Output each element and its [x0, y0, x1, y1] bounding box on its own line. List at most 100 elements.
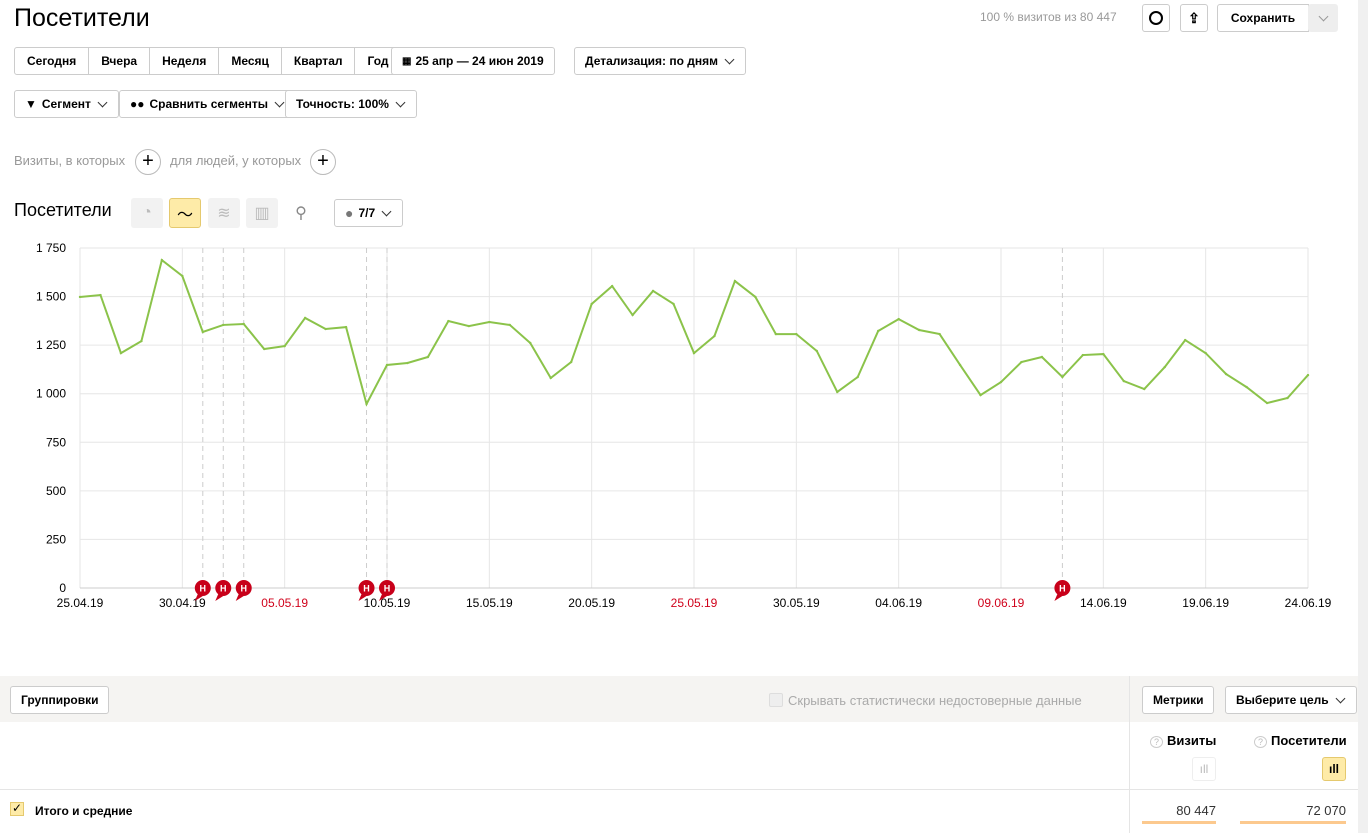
area-chart-icon: ≋ — [217, 205, 231, 222]
notes-dropdown[interactable]: ● 7/7 — [334, 199, 404, 227]
data-point — [979, 393, 982, 397]
x-tick-label: 25.05.19 — [671, 596, 718, 610]
data-point — [283, 344, 286, 348]
data-point — [610, 284, 614, 288]
chevron-down-icon — [381, 206, 392, 216]
data-point — [1081, 353, 1085, 357]
data-point — [78, 295, 82, 299]
period-quarter[interactable]: Квартал — [282, 48, 356, 74]
chevron-down-icon — [97, 97, 108, 107]
hide-unreliable-label: Скрывать статистически недостоверные дан… — [788, 693, 1082, 708]
groupings-label: Группировки — [21, 693, 99, 707]
chevron-down-icon — [724, 54, 735, 64]
view-line-button[interactable]: 〜 — [169, 198, 201, 228]
calendar-icon: ▦ — [402, 55, 412, 67]
line-chart-icon: 〜 — [176, 207, 193, 224]
period-today[interactable]: Сегодня — [15, 48, 90, 74]
sample-info: 100 % визитов из 80 447 — [980, 10, 1117, 24]
notes-count: 7/7 — [358, 206, 376, 220]
view-pie-button[interactable]: ◔ — [131, 198, 163, 228]
period-yesterday[interactable]: Вчера — [89, 48, 151, 74]
data-point — [426, 355, 430, 359]
page-title: Посетители — [14, 4, 150, 32]
scrollbar[interactable] — [1358, 0, 1368, 833]
history-button[interactable] — [1142, 4, 1170, 32]
data-point — [529, 341, 532, 345]
data-point — [1224, 372, 1228, 376]
groupings-button[interactable]: Группировки — [10, 686, 110, 714]
chart-title: Посетители — [14, 200, 112, 220]
data-point — [1102, 352, 1105, 356]
column-divider — [1129, 676, 1130, 833]
chart-toggle-visits[interactable]: ıll — [1192, 757, 1216, 781]
goal-dropdown[interactable]: Выберите цель — [1225, 686, 1357, 714]
column-label: Визиты — [1167, 733, 1217, 748]
data-point — [877, 329, 880, 333]
visits-condition-label: Визиты, в которых — [14, 153, 126, 168]
data-point — [488, 320, 491, 324]
column-header-visits[interactable]: ? Визиты — [1150, 733, 1216, 748]
view-area-button[interactable]: ≋ — [208, 198, 240, 228]
compare-label: Сравнить сегменты — [149, 97, 269, 111]
map-pin-icon: ⚲ — [295, 205, 307, 222]
x-tick-label: 24.06.19 — [1285, 596, 1332, 610]
chevron-down-icon — [1335, 693, 1346, 703]
period-week[interactable]: Неделя — [150, 48, 220, 74]
export-button[interactable]: ⇪ — [1180, 4, 1208, 32]
data-point — [897, 317, 900, 321]
accuracy-label: Точность: 100% — [296, 97, 389, 111]
view-bar-button[interactable]: ▥ — [246, 198, 278, 228]
data-point — [1184, 338, 1187, 342]
chart-toggle-visitors[interactable]: ıll — [1322, 757, 1346, 781]
data-point — [1306, 373, 1310, 377]
data-point — [1245, 385, 1248, 389]
x-tick-label: 04.06.19 — [875, 596, 922, 610]
totals-checkbox[interactable]: ✓ — [10, 802, 24, 816]
help-icon[interactable]: ? — [1150, 736, 1164, 748]
data-point — [815, 349, 818, 353]
view-map-button[interactable]: ⚲ — [285, 198, 317, 228]
detail-label: Детализация: по дням — [585, 54, 718, 68]
x-tick-label: 20.05.19 — [568, 596, 615, 610]
data-point — [1286, 396, 1289, 400]
data-point — [263, 347, 266, 351]
data-point — [447, 319, 450, 323]
detail-dropdown[interactable]: Детализация: по дням — [574, 47, 746, 75]
segment-button[interactable]: ▼ Сегмент — [14, 90, 119, 118]
data-point — [917, 328, 921, 332]
hide-unreliable-checkbox[interactable] — [769, 693, 783, 707]
data-point — [303, 316, 307, 320]
save-button[interactable]: Сохранить — [1217, 4, 1309, 32]
comment-icon: ● — [345, 205, 354, 221]
row-divider — [0, 789, 1358, 790]
total-visitors: 72 070 — [1240, 803, 1346, 824]
data-point — [99, 293, 102, 297]
data-point — [1265, 401, 1269, 405]
add-people-condition-button[interactable]: + — [310, 149, 336, 175]
data-point — [795, 332, 798, 336]
y-tick-label: 500 — [46, 484, 66, 498]
data-point — [651, 289, 655, 293]
data-point — [344, 325, 348, 329]
help-icon[interactable]: ? — [1254, 736, 1268, 748]
column-header-visitors[interactable]: ? Посетители — [1254, 733, 1347, 748]
metrics-button[interactable]: Метрики — [1142, 686, 1215, 714]
data-point — [201, 330, 204, 334]
x-tick-label: 30.05.19 — [773, 596, 820, 610]
data-point — [958, 363, 962, 367]
data-point — [365, 402, 368, 406]
data-point — [467, 324, 471, 328]
share-icon: ⇪ — [1188, 9, 1200, 26]
data-point — [140, 339, 143, 343]
save-menu-button[interactable] — [1308, 4, 1338, 32]
date-range-button[interactable]: ▦ 25 апр — 24 июн 2019 — [391, 47, 555, 75]
data-point — [242, 322, 245, 326]
data-point — [1061, 375, 1064, 379]
accuracy-dropdown[interactable]: Точность: 100% — [285, 90, 417, 118]
period-month[interactable]: Месяц — [219, 48, 282, 74]
add-visit-condition-button[interactable]: + — [135, 149, 161, 175]
compare-segments-button[interactable]: ●● Сравнить сегменты — [119, 90, 297, 118]
save-label: Сохранить — [1230, 11, 1296, 25]
data-point — [938, 332, 941, 336]
y-tick-label: 250 — [46, 532, 66, 546]
